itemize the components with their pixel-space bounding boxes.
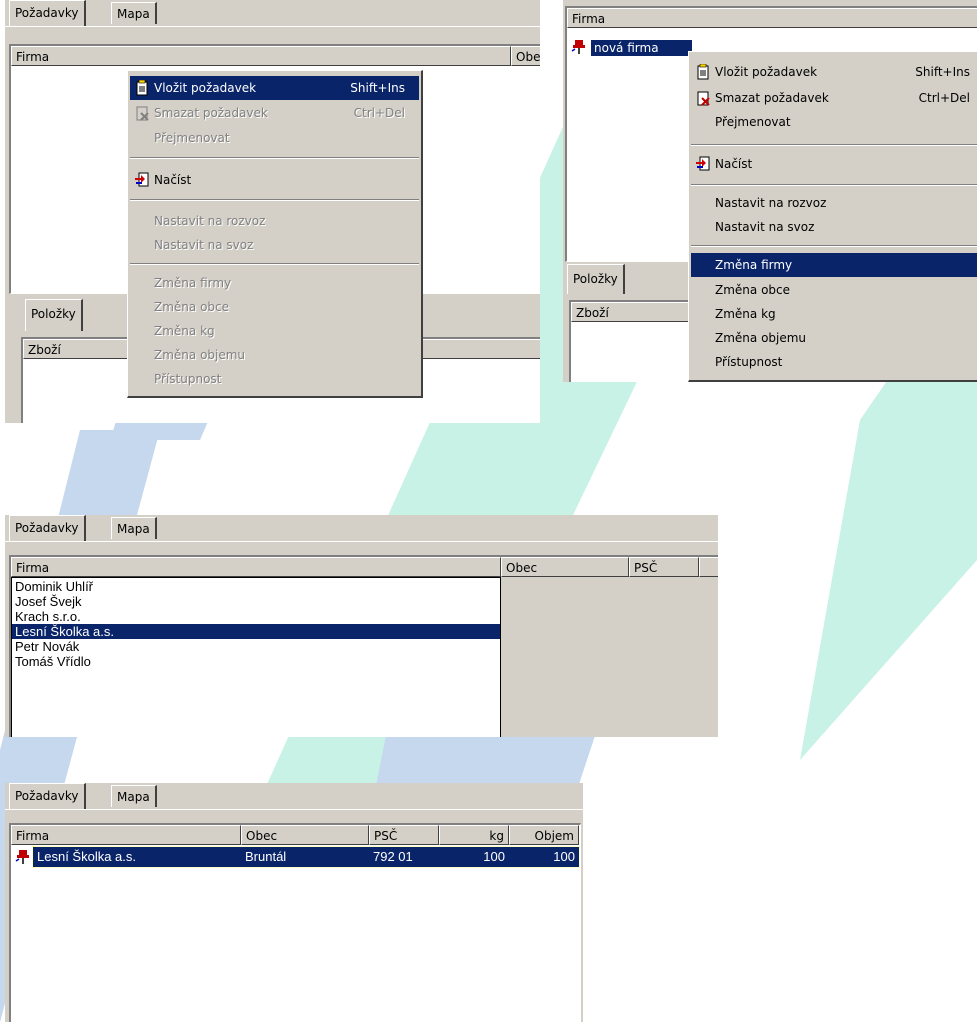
menu-item-pristupnost[interactable]: Přístupnost [691, 350, 977, 374]
tab-pozadavky[interactable]: Požadavky [9, 0, 86, 26]
table-row[interactable]: Lesní Školka a.s. Bruntál 792 01 100 100 [11, 846, 580, 868]
cell-kg: 100 [483, 849, 505, 864]
column-header-psc[interactable]: PSČ [629, 557, 699, 577]
menu-item-zmena-obce[interactable]: Změna obce [691, 278, 977, 302]
requests-grid[interactable]: Firma Obec PSČ Dominik Uhlíř Josef Švejk… [9, 555, 718, 737]
cell-obec: Bruntál [245, 849, 287, 864]
tab-mapa[interactable]: Mapa [111, 517, 157, 539]
menu-item-prejmenovat[interactable]: Přejmenovat [130, 126, 419, 150]
panel-requests-context-menu-enabled: Firma nová firma Položky Zboží Vložit po… [563, 0, 977, 382]
tab-polozky[interactable]: Položky [567, 264, 625, 294]
menu-item-zmena-objemu[interactable]: Změna objemu [130, 343, 419, 367]
list-item[interactable]: Dominik Uhlíř [12, 579, 500, 594]
requests-grid[interactable]: Firma Obec PSČ kg Objem Lesní Školka a.s… [9, 823, 581, 1022]
context-menu: Vložit požadavek Shift+Ins Smazat požadav… [688, 51, 977, 382]
tab-pozadavky[interactable]: Požadavky [9, 783, 86, 809]
menu-item-nastavit-na-rozvoz[interactable]: Nastavit na rozvoz [691, 191, 977, 215]
tab-polozky[interactable]: Položky [25, 299, 83, 331]
context-menu: Vložit požadavek Shift+Ins Smazat požadav… [127, 70, 423, 398]
pin-icon [15, 850, 29, 864]
list-item[interactable]: Petr Novák [12, 639, 500, 654]
menu-item-nacist[interactable]: Načíst [691, 152, 977, 176]
menu-item-zmena-firmy[interactable]: Změna firmy [691, 253, 977, 277]
column-header-firma[interactable]: Firma [11, 46, 511, 66]
load-icon [696, 156, 710, 171]
delete-request-icon [697, 91, 710, 106]
panel-firm-dropdown: Požadavky Mapa Firma Obec PSČ Dominik Uh… [5, 515, 718, 737]
column-header-psc[interactable]: PSČ [369, 825, 439, 845]
menu-item-nastavit-na-svoz[interactable]: Nastavit na svoz [130, 233, 419, 257]
menu-separator [130, 263, 419, 265]
cell-psc: 792 01 [373, 849, 413, 864]
delete-request-icon [136, 106, 149, 121]
insert-request-icon [697, 64, 709, 80]
list-item[interactable]: nová firma [591, 40, 692, 56]
menu-separator [130, 199, 419, 201]
column-header-objem[interactable]: Objem [509, 825, 579, 845]
column-header-firma[interactable]: Firma [11, 557, 501, 577]
menu-item-prejmenovat[interactable]: Přejmenovat [691, 110, 977, 134]
menu-separator [130, 157, 419, 159]
column-header-firma[interactable]: Firma [567, 8, 977, 28]
menu-item-smazat-pozadavek[interactable]: Smazat požadavek Ctrl+Del [130, 101, 419, 125]
column-header-kg[interactable]: kg [439, 825, 509, 845]
menu-separator [691, 245, 977, 247]
load-icon [135, 172, 149, 187]
menu-item-zmena-kg[interactable]: Změna kg [691, 302, 977, 326]
list-item[interactable]: Josef Švejk [12, 594, 500, 609]
menu-item-zmena-kg[interactable]: Změna kg [130, 319, 419, 343]
insert-request-icon [136, 80, 148, 96]
menu-item-vlozit-pozadavek[interactable]: Vložit požadavek Shift+Ins [130, 76, 419, 100]
tab-mapa[interactable]: Mapa [111, 785, 157, 807]
menu-item-pristupnost[interactable]: Přístupnost [130, 367, 419, 391]
menu-item-zmena-firmy[interactable]: Změna firmy [130, 271, 419, 295]
panel-requests-context-menu-disabled: Požadavky Mapa Firma Obe Položky Zboží V… [5, 0, 540, 423]
cell-firma: Lesní Školka a.s. [37, 849, 136, 864]
tab-pozadavky[interactable]: Požadavky [9, 515, 86, 541]
menu-item-smazat-pozadavek[interactable]: Smazat požadavek Ctrl+Del [691, 86, 977, 110]
column-header-obec[interactable]: Obe [511, 46, 540, 66]
list-item[interactable]: Tomáš Vřídlo [12, 654, 500, 669]
menu-item-zmena-obce[interactable]: Změna obce [130, 295, 419, 319]
pin-icon [571, 40, 585, 54]
panel-requests-filled: Požadavky Mapa Firma Obec PSČ kg Objem L… [5, 783, 583, 1022]
column-header-empty [699, 557, 718, 577]
cell-objem: 100 [553, 849, 575, 864]
menu-item-nacist[interactable]: Načíst [130, 168, 419, 192]
menu-item-nastavit-na-rozvoz[interactable]: Nastavit na rozvoz [130, 209, 419, 233]
firm-dropdown-list[interactable]: Dominik Uhlíř Josef Švejk Krach s.r.o. L… [11, 577, 501, 737]
list-item-selected[interactable]: Lesní Školka a.s. [12, 624, 500, 639]
tab-mapa[interactable]: Mapa [111, 2, 157, 24]
column-header-obec[interactable]: Obec [501, 557, 629, 577]
menu-item-nastavit-na-svoz[interactable]: Nastavit na svoz [691, 215, 977, 239]
column-header-firma[interactable]: Firma [11, 825, 241, 845]
list-item[interactable]: Krach s.r.o. [12, 609, 500, 624]
menu-separator [691, 144, 977, 146]
menu-item-zmena-objemu[interactable]: Změna objemu [691, 326, 977, 350]
column-header-obec[interactable]: Obec [241, 825, 369, 845]
menu-separator [691, 184, 977, 186]
menu-item-vlozit-pozadavek[interactable]: Vložit požadavek Shift+Ins [691, 60, 977, 84]
